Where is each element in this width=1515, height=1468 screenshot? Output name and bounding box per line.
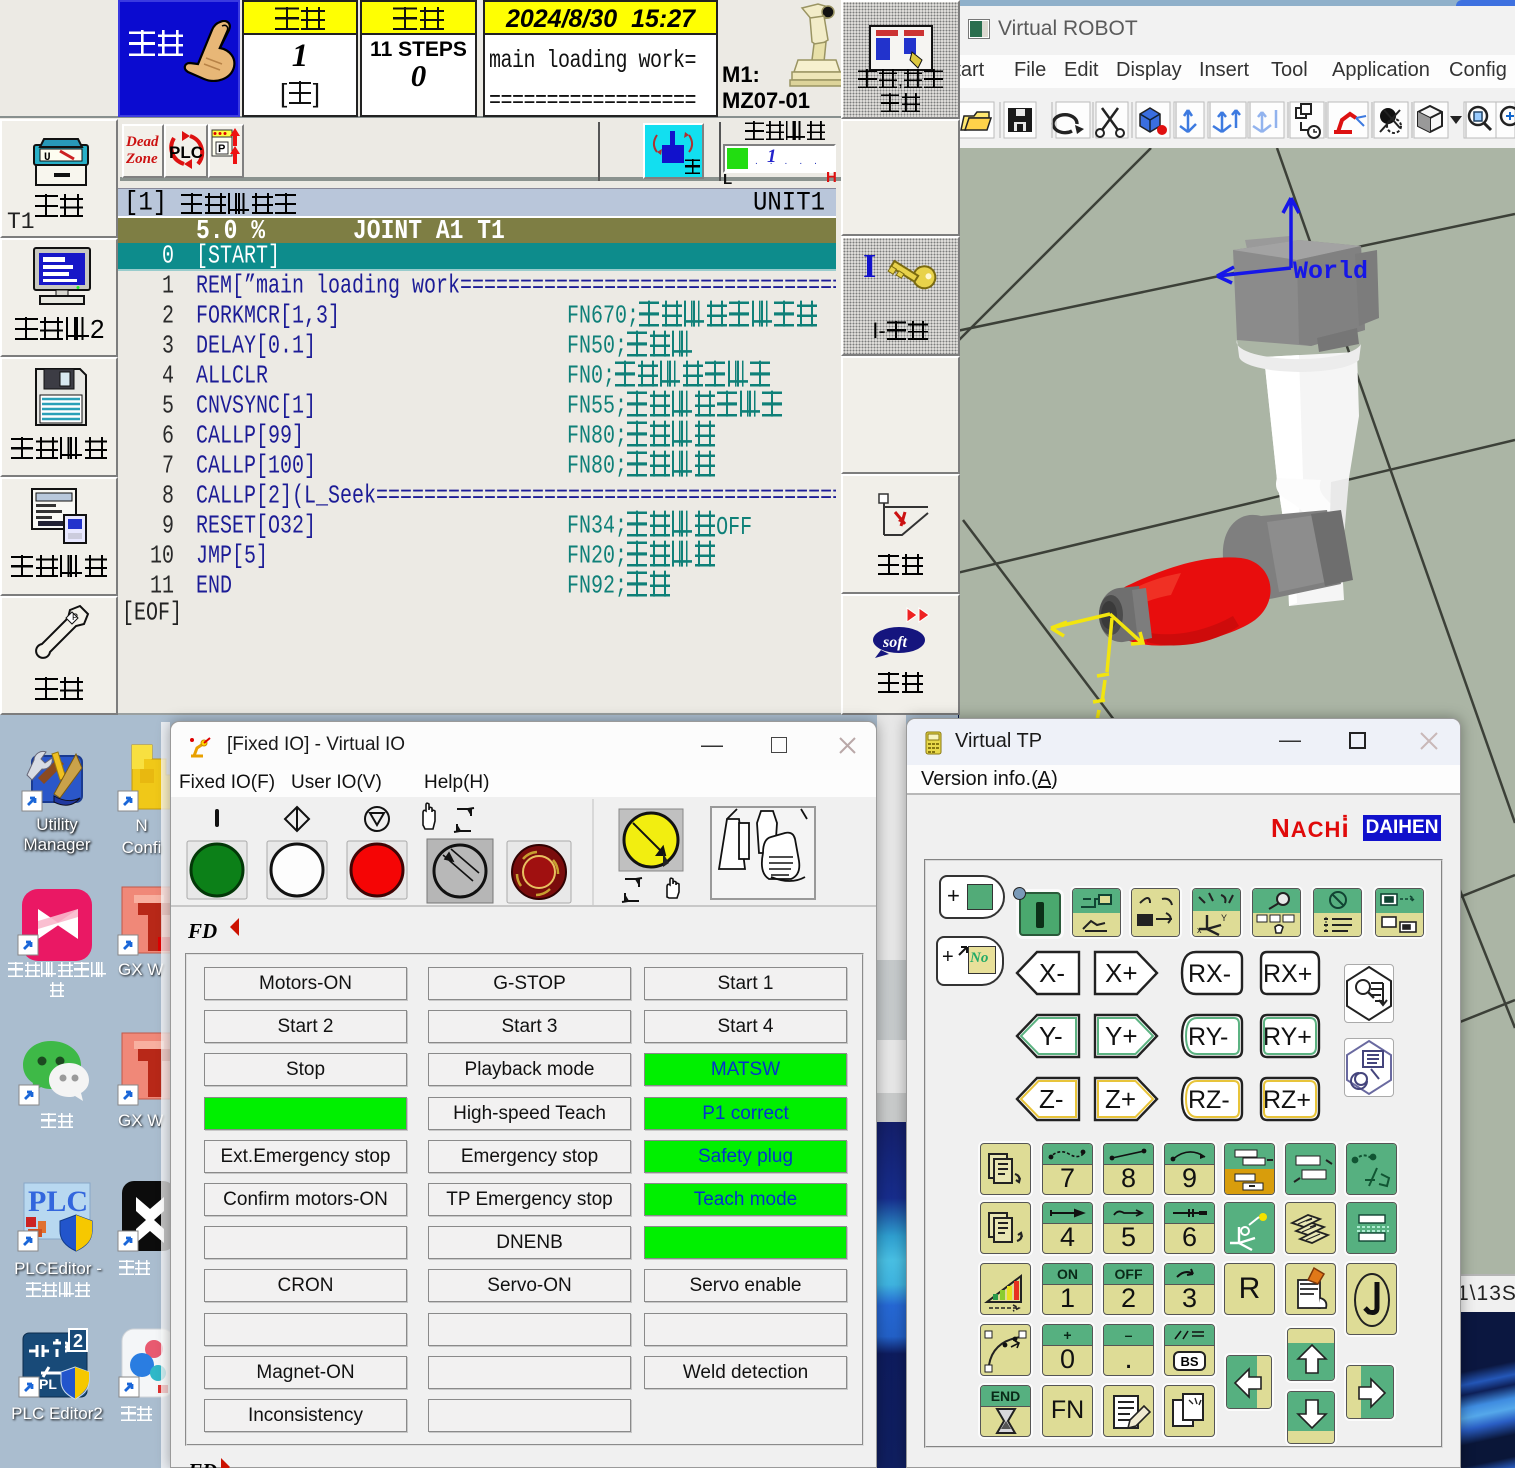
svg-text:Z-: Z- <box>1039 1084 1064 1114</box>
svg-text:X-: X- <box>1039 958 1065 988</box>
svg-text:RX-: RX- <box>1188 960 1231 988</box>
svg-text:Y-: Y- <box>1039 1021 1063 1051</box>
svg-text:RY-: RY- <box>1188 1023 1228 1051</box>
svg-text:U: U <box>44 152 51 164</box>
svg-text:x: x <box>1197 925 1202 935</box>
svg-text:P: P <box>72 612 78 622</box>
svg-text:Y+: Y+ <box>1105 1021 1138 1051</box>
svg-text:RX+: RX+ <box>1263 960 1312 988</box>
svg-text:RZ+: RZ+ <box>1263 1086 1311 1114</box>
svg-text:RY+: RY+ <box>1263 1023 1312 1051</box>
svg-text:P: P <box>218 143 225 155</box>
svg-text:Y: Y <box>1221 913 1227 923</box>
svg-text:X+: X+ <box>1105 958 1138 988</box>
svg-text:RZ-: RZ- <box>1188 1086 1230 1114</box>
svg-text:PLC: PLC <box>169 143 203 162</box>
svg-text:World: World <box>1293 257 1368 286</box>
svg-text:soft: soft <box>882 634 908 651</box>
svg-text:Z+: Z+ <box>1105 1084 1136 1114</box>
